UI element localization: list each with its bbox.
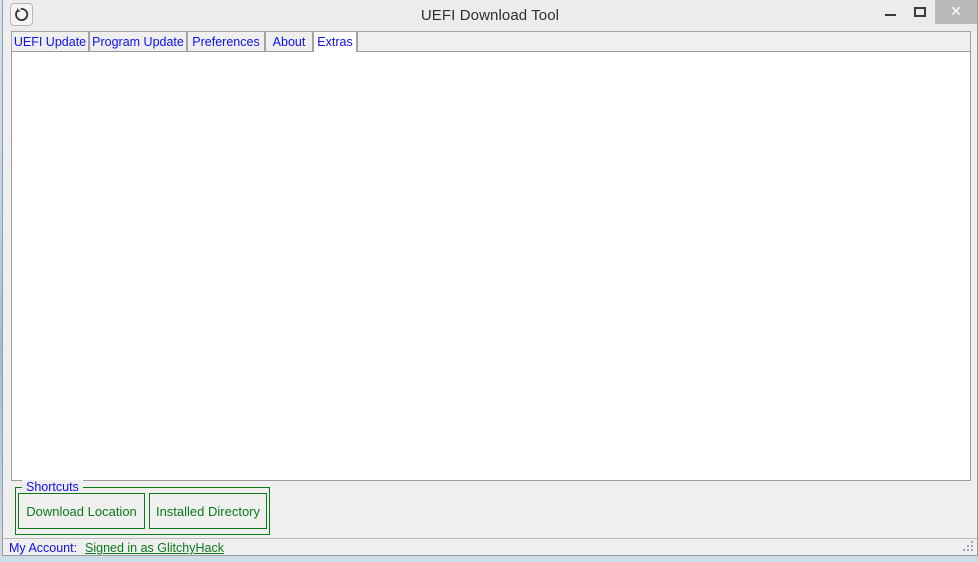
tab-label: Program Update xyxy=(92,34,184,49)
tab-content-panel xyxy=(11,51,971,481)
maximize-icon xyxy=(914,7,926,17)
app-icon[interactable] xyxy=(10,3,33,26)
status-bar: My Account: Signed in as GlitchyHack xyxy=(3,538,977,555)
tab-label: Extras xyxy=(317,35,353,49)
installed-directory-button[interactable]: Installed Directory xyxy=(149,493,267,529)
maximize-button[interactable] xyxy=(905,0,935,24)
tab-label: Preferences xyxy=(192,34,260,49)
download-location-label: Download Location xyxy=(26,503,137,519)
minimize-icon xyxy=(884,14,896,16)
window-title: UEFI Download Tool xyxy=(420,7,560,24)
application-window: UEFI Download Tool ✕ UEFI Update Program … xyxy=(2,0,978,556)
close-icon: ✕ xyxy=(950,4,962,20)
download-location-button[interactable]: Download Location xyxy=(18,493,145,529)
tab-program-update[interactable]: Program Update xyxy=(89,31,187,51)
tab-bar: UEFI Update Program Update Preferences Abou… xyxy=(11,31,971,52)
tab-about[interactable]: About xyxy=(265,31,313,51)
signed-in-link[interactable]: Signed in as GlitchyHack xyxy=(85,540,224,555)
tab-label: UEFI Update xyxy=(13,34,87,49)
tab-extras[interactable]: Extras xyxy=(313,31,357,52)
refresh-loop-icon xyxy=(15,7,29,21)
tab-strip-filler xyxy=(357,31,971,51)
shortcuts-legend: Shortcuts xyxy=(22,480,83,494)
tab-preferences[interactable]: Preferences xyxy=(187,31,265,51)
title-bar: UEFI Download Tool ✕ xyxy=(3,0,977,31)
installed-directory-label: Installed Directory xyxy=(155,503,261,519)
close-button[interactable]: ✕ xyxy=(935,0,977,24)
my-account-label: My Account: xyxy=(9,541,78,555)
resize-grip-icon[interactable] xyxy=(963,541,976,554)
minimize-button[interactable] xyxy=(875,0,905,24)
tab-uefi-update[interactable]: UEFI Update xyxy=(11,31,89,51)
tab-label: About xyxy=(272,34,306,49)
